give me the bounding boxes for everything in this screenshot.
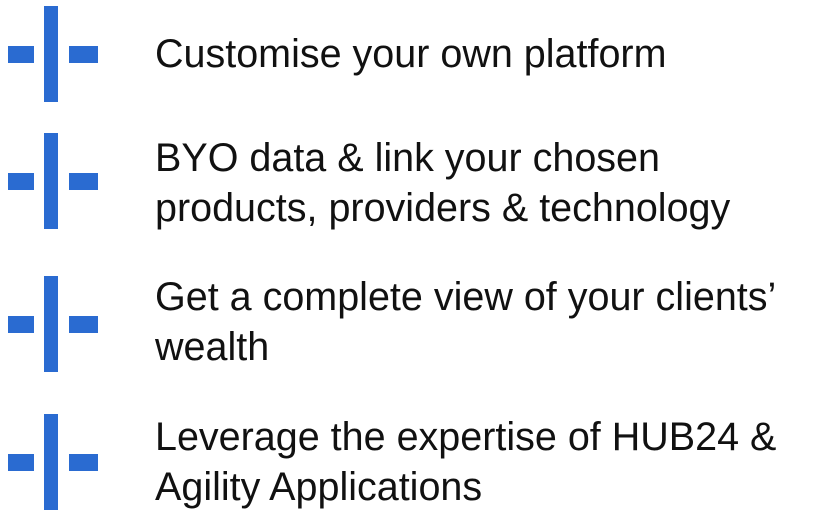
feature-text-line: Leverage the expertise of HUB24 &	[155, 415, 777, 459]
feature-text: Customise your own platform	[155, 29, 830, 79]
icon-vertical-bar	[44, 133, 58, 229]
icon-left-bar	[8, 46, 34, 63]
plus-cross-icon	[8, 133, 98, 229]
feature-text: Get a complete view of your clients’ wea…	[155, 272, 830, 372]
feature-text-line: Agility Applications	[155, 465, 483, 509]
icon-vertical-bar	[44, 276, 58, 372]
feature-text-line: BYO data & link your chosen	[155, 136, 660, 180]
icon-right-bar	[69, 46, 98, 63]
feature-text-line: products, providers & technology	[155, 186, 731, 230]
icon-left-bar	[8, 454, 34, 471]
icon-vertical-bar	[44, 6, 58, 102]
plus-cross-icon	[8, 276, 98, 372]
icon-right-bar	[69, 454, 98, 471]
feature-text-line: Get a complete view of your clients’	[155, 275, 777, 319]
icon-right-bar	[69, 316, 98, 333]
feature-text-line: wealth	[155, 325, 270, 369]
feature-text: Leverage the expertise of HUB24 & Agilit…	[155, 412, 830, 512]
feature-text: BYO data & link your chosen products, pr…	[155, 133, 830, 233]
feature-text-line: Customise your own platform	[155, 32, 667, 76]
icon-left-bar	[8, 316, 34, 333]
icon-vertical-bar	[44, 414, 58, 510]
icon-right-bar	[69, 173, 98, 190]
plus-cross-icon	[8, 414, 98, 510]
icon-left-bar	[8, 173, 34, 190]
plus-cross-icon	[8, 6, 98, 102]
feature-list: Customise your own platform BYO data & l…	[0, 0, 832, 512]
